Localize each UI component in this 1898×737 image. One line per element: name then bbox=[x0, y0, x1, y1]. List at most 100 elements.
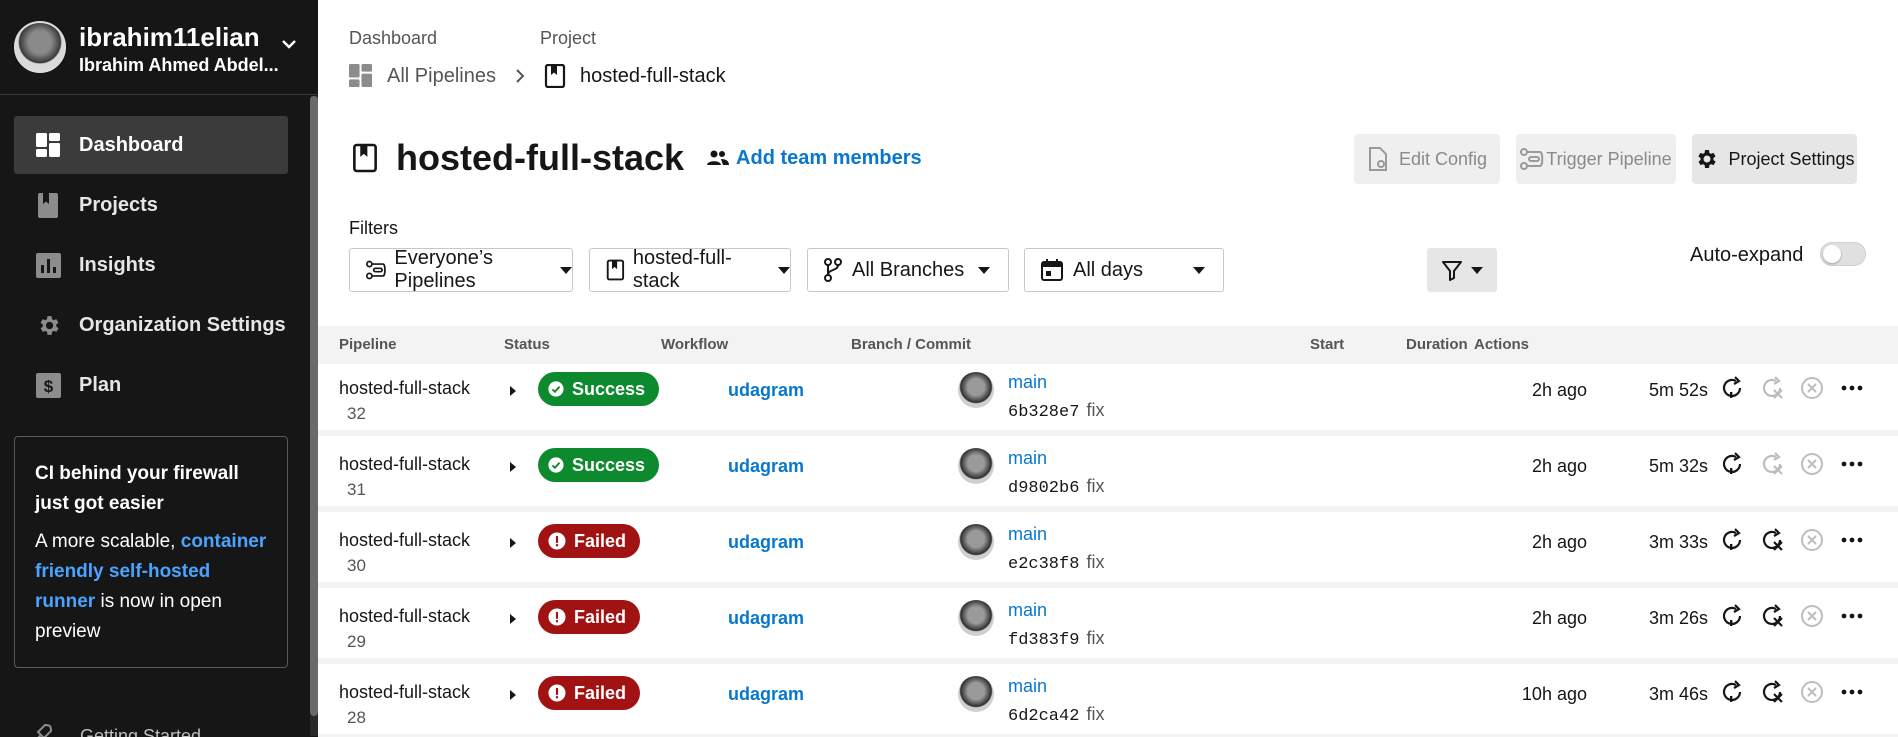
rerun-failed-icon[interactable] bbox=[1760, 680, 1784, 704]
branch-link[interactable]: main bbox=[1008, 372, 1047, 393]
promo-card: CI behind your firewall just got easier … bbox=[14, 436, 288, 668]
commit-hash[interactable]: 6b328e7 bbox=[1008, 403, 1079, 422]
rerun-icon[interactable] bbox=[1720, 452, 1744, 476]
rerun-failed-icon[interactable] bbox=[1760, 528, 1784, 552]
breadcrumb-all-pipelines[interactable]: All Pipelines bbox=[387, 65, 496, 88]
pipeline-name-link[interactable]: hosted-full-stack bbox=[339, 454, 470, 475]
status-badge[interactable]: Failed bbox=[538, 600, 640, 634]
column-header-actions: Actions bbox=[1474, 336, 1530, 353]
toggle-knob bbox=[1823, 245, 1841, 263]
commit-hash[interactable]: fd383f9 bbox=[1008, 631, 1079, 650]
expand-row-icon[interactable] bbox=[510, 690, 516, 700]
rerun-icon[interactable] bbox=[1720, 604, 1744, 628]
project-settings-button[interactable]: Project Settings bbox=[1692, 134, 1857, 184]
edit-config-button[interactable]: Edit Config bbox=[1354, 134, 1500, 184]
pipeline-number[interactable]: 30 bbox=[347, 556, 366, 576]
more-icon[interactable] bbox=[1840, 604, 1864, 628]
project-filter-select[interactable]: hosted-full-stack bbox=[589, 247, 791, 292]
commit-info[interactable]: fd383f9 fix bbox=[1008, 628, 1104, 650]
pipeline-name-link[interactable]: hosted-full-stack bbox=[339, 682, 470, 703]
breadcrumb-project[interactable]: hosted-full-stack bbox=[580, 65, 726, 88]
cancel-icon[interactable] bbox=[1800, 376, 1824, 400]
days-filter-select[interactable]: All days bbox=[1024, 248, 1224, 292]
pipelines-filter-select[interactable]: Everyone’s Pipelines bbox=[349, 247, 573, 292]
cancel-icon[interactable] bbox=[1800, 680, 1824, 704]
sidebar-item-projects[interactable]: Projects bbox=[14, 176, 288, 234]
rerun-failed-icon[interactable] bbox=[1760, 376, 1784, 400]
workflow-link[interactable]: udagram bbox=[728, 608, 804, 629]
expand-row-icon[interactable] bbox=[510, 462, 516, 472]
expand-row-icon[interactable] bbox=[510, 538, 516, 548]
sidebar-item-organization-settings[interactable]: Organization Settings bbox=[14, 296, 288, 354]
divider bbox=[0, 94, 318, 95]
status-badge[interactable]: Success bbox=[538, 448, 659, 482]
branch-link[interactable]: main bbox=[1008, 600, 1047, 621]
more-icon[interactable] bbox=[1840, 680, 1864, 704]
branches-filter-select[interactable]: All Branches bbox=[807, 248, 1009, 292]
commit-message: fix bbox=[1086, 476, 1105, 496]
pipeline-number[interactable]: 28 bbox=[347, 708, 366, 728]
pipeline-number[interactable]: 32 bbox=[347, 404, 366, 424]
trigger-pipeline-button[interactable]: Trigger Pipeline bbox=[1516, 134, 1676, 184]
rerun-icon[interactable] bbox=[1720, 376, 1744, 400]
expand-row-icon[interactable] bbox=[510, 614, 516, 624]
cancel-icon[interactable] bbox=[1800, 452, 1824, 476]
more-icon[interactable] bbox=[1840, 376, 1864, 400]
rerun-icon[interactable] bbox=[1720, 680, 1744, 704]
sidebar-item-dashboard[interactable]: Dashboard bbox=[14, 116, 288, 174]
auto-expand-toggle[interactable] bbox=[1820, 242, 1866, 266]
project-filter-value: hosted-full-stack bbox=[632, 247, 732, 292]
pipeline-name-link[interactable]: hosted-full-stack bbox=[339, 378, 470, 399]
add-team-members-link[interactable]: Add team members bbox=[706, 147, 922, 170]
status-badge[interactable]: Failed bbox=[538, 676, 640, 710]
commit-hash[interactable]: d9802b6 bbox=[1008, 479, 1079, 498]
commit-hash[interactable]: e2c38f8 bbox=[1008, 555, 1079, 574]
user-avatar[interactable] bbox=[14, 21, 66, 73]
commit-hash[interactable]: 6d2ca42 bbox=[1008, 707, 1079, 726]
rerun-failed-icon[interactable] bbox=[1760, 452, 1784, 476]
advanced-filter-button[interactable] bbox=[1427, 248, 1497, 292]
branch-link[interactable]: main bbox=[1008, 524, 1047, 545]
pipeline-name-link[interactable]: hosted-full-stack bbox=[339, 606, 470, 627]
branch-link[interactable]: main bbox=[1008, 448, 1047, 469]
commit-info[interactable]: d9802b6 fix bbox=[1008, 476, 1104, 498]
expand-row-icon[interactable] bbox=[510, 386, 516, 396]
avatar bbox=[958, 600, 994, 636]
sidebar-scrollbar-thumb[interactable] bbox=[310, 96, 318, 716]
alert-circle-icon bbox=[548, 532, 566, 550]
commit-info[interactable]: 6d2ca42 fix bbox=[1008, 704, 1104, 726]
sidebar-item-insights[interactable]: Insights bbox=[14, 236, 288, 294]
table-row[interactable]: hosted-full-stack 29 Failed udagram main fd38… bbox=[318, 592, 1898, 664]
workflow-link[interactable]: udagram bbox=[728, 380, 804, 401]
table-row[interactable]: hosted-full-stack 32 Success udagram main 6b3… bbox=[318, 364, 1898, 436]
status-badge[interactable]: Failed bbox=[538, 524, 640, 558]
row-actions bbox=[1720, 376, 1880, 400]
sidebar-item-plan[interactable]: $ Plan bbox=[14, 356, 288, 414]
promo-title: CI behind your firewall just got easier bbox=[35, 463, 239, 514]
branch-icon bbox=[824, 258, 842, 282]
table-row[interactable]: hosted-full-stack 31 Success udagram main d98… bbox=[318, 440, 1898, 512]
status-label: Failed bbox=[573, 606, 626, 627]
people-icon bbox=[707, 150, 730, 165]
workflow-link[interactable]: udagram bbox=[728, 684, 804, 705]
chevron-down-icon[interactable] bbox=[280, 35, 298, 53]
rerun-icon[interactable] bbox=[1720, 528, 1744, 552]
branch-link[interactable]: main bbox=[1008, 676, 1047, 697]
status-badge[interactable]: Success bbox=[538, 372, 659, 406]
workflow-link[interactable]: udagram bbox=[728, 532, 804, 553]
workflow-link[interactable]: udagram bbox=[728, 456, 804, 477]
pipeline-number[interactable]: 31 bbox=[347, 480, 366, 500]
table-row[interactable]: hosted-full-stack 30 Failed udagram main e2c3… bbox=[318, 516, 1898, 588]
commit-info[interactable]: e2c38f8 fix bbox=[1008, 552, 1104, 574]
cancel-icon[interactable] bbox=[1800, 604, 1824, 628]
pipeline-name-link[interactable]: hosted-full-stack bbox=[339, 530, 470, 551]
rerun-failed-icon[interactable] bbox=[1760, 604, 1784, 628]
commit-info[interactable]: 6b328e7 fix bbox=[1008, 400, 1104, 422]
page-title: hosted-full-stack bbox=[396, 137, 685, 178]
table-row[interactable]: hosted-full-stack 28 Failed udagram main 6d2c… bbox=[318, 668, 1898, 737]
more-icon[interactable] bbox=[1840, 528, 1864, 552]
user-menu[interactable]: ibrahim11elian Ibrahim Ahmed Abdel... bbox=[14, 21, 304, 77]
pipeline-number[interactable]: 29 bbox=[347, 632, 366, 652]
cancel-icon[interactable] bbox=[1800, 528, 1824, 552]
more-icon[interactable] bbox=[1840, 452, 1864, 476]
